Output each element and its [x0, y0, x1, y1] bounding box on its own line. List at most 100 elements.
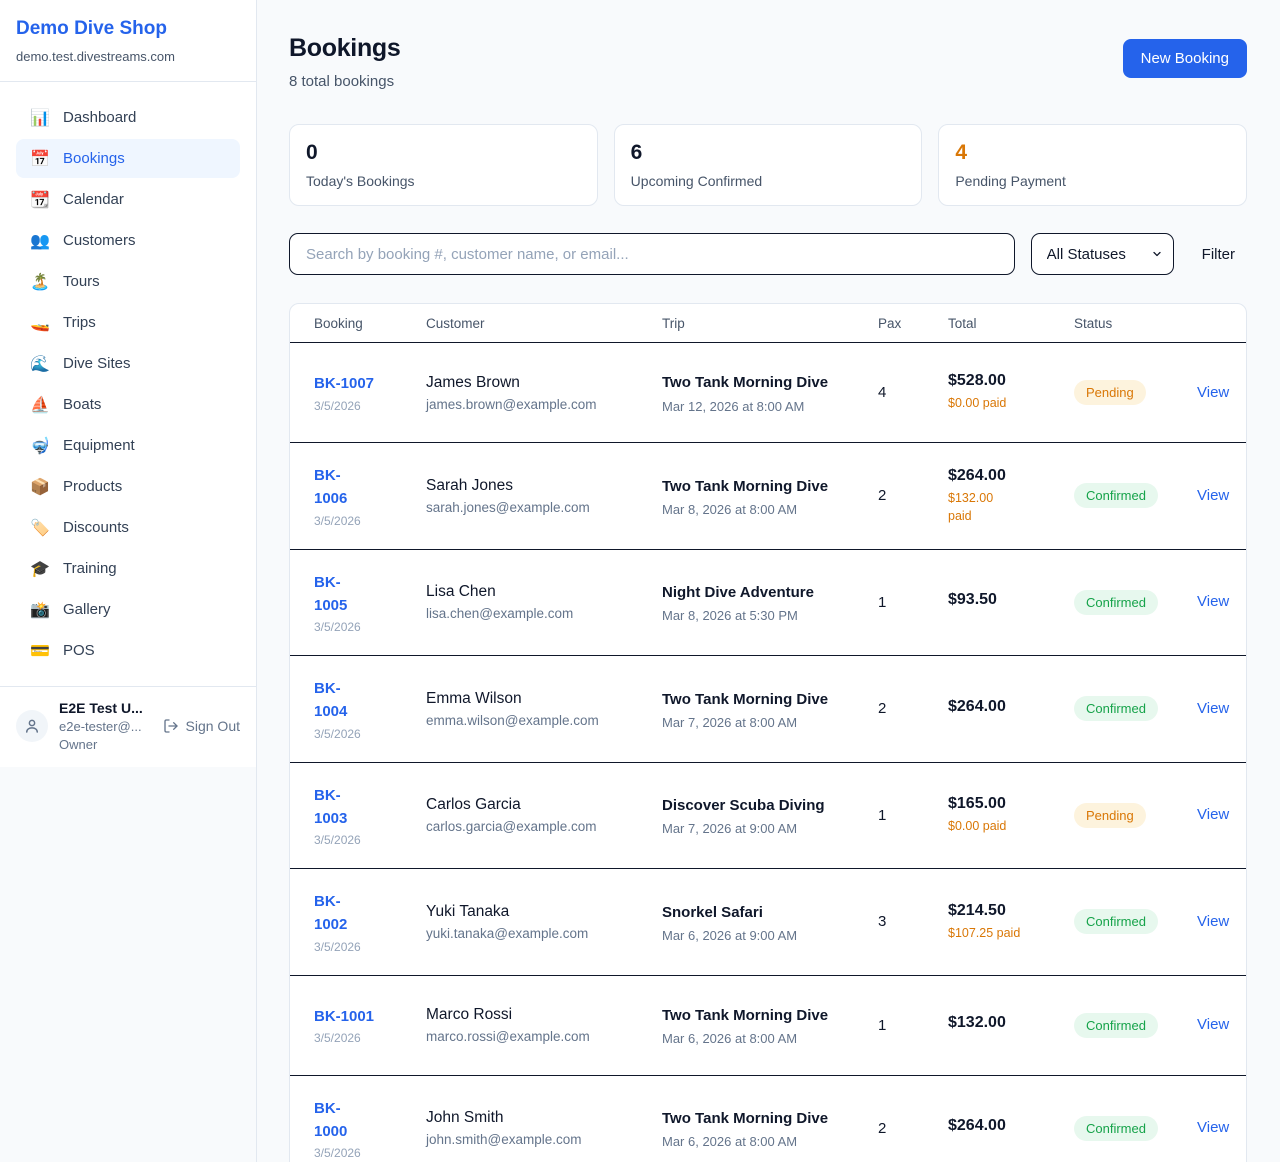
paid-amount: $132.00 paid: [948, 489, 1074, 525]
sidebar-item-pos[interactable]: 💳 POS: [16, 631, 240, 670]
customer-name: Carlos Garcia: [426, 796, 662, 814]
booking-row: BK- 1006 3/5/2026 Sarah Jones sarah.jone…: [290, 443, 1246, 550]
status-badge: Confirmed: [1074, 909, 1158, 934]
pax-count: 2: [878, 1120, 948, 1137]
status-badge: Confirmed: [1074, 483, 1158, 508]
column-header: Customer: [426, 316, 662, 331]
page-subtitle: 8 total bookings: [289, 73, 401, 90]
trip-datetime: Mar 6, 2026 at 8:00 AM: [662, 1134, 878, 1149]
pax-count: 4: [878, 384, 948, 401]
booking-id-link[interactable]: BK- 1005: [314, 571, 347, 618]
sidebar-item-bookings[interactable]: 📅 Bookings: [16, 139, 240, 178]
total-amount: $214.50: [948, 902, 1074, 920]
trip-name: Two Tank Morning Dive: [662, 475, 858, 498]
stat-value: 6: [631, 141, 906, 165]
sign-out-button[interactable]: Sign Out: [163, 718, 240, 734]
dive-sites-icon: 🌊: [30, 354, 50, 373]
view-link[interactable]: View: [1197, 593, 1229, 610]
column-header: Total: [948, 316, 1074, 331]
pos-icon: 💳: [30, 641, 50, 660]
trip-datetime: Mar 8, 2026 at 5:30 PM: [662, 608, 878, 623]
sidebar-item-calendar[interactable]: 📆 Calendar: [16, 180, 240, 219]
trip-name: Two Tank Morning Dive: [662, 1004, 858, 1027]
customers-icon: 👥: [30, 231, 50, 250]
view-link[interactable]: View: [1197, 700, 1229, 717]
nav-item-label: Equipment: [63, 437, 135, 454]
status-filter-select[interactable]: All Statuses: [1031, 233, 1174, 275]
sidebar-item-trips[interactable]: 🚤 Trips: [16, 303, 240, 342]
calendar-icon: 📆: [30, 190, 50, 209]
view-link[interactable]: View: [1197, 913, 1229, 930]
trip-datetime: Mar 7, 2026 at 8:00 AM: [662, 715, 878, 730]
sidebar-item-training[interactable]: 🎓 Training: [16, 549, 240, 588]
brand-block: Demo Dive Shop demo.test.divestreams.com: [0, 0, 256, 82]
sign-out-label: Sign Out: [186, 718, 240, 734]
booking-id-link[interactable]: BK-1001: [314, 1005, 374, 1028]
sidebar-item-dive-sites[interactable]: 🌊 Dive Sites: [16, 344, 240, 383]
stat-label: Pending Payment: [955, 173, 1230, 189]
view-link[interactable]: View: [1197, 487, 1229, 504]
booking-created-date: 3/5/2026: [314, 514, 426, 528]
sidebar-item-customers[interactable]: 👥 Customers: [16, 221, 240, 260]
sidebar-item-dashboard[interactable]: 📊 Dashboard: [16, 98, 240, 137]
column-header: Booking: [314, 316, 426, 331]
booking-created-date: 3/5/2026: [314, 620, 426, 634]
sidebar: Demo Dive Shop demo.test.divestreams.com…: [0, 0, 257, 1162]
stat-label: Upcoming Confirmed: [631, 173, 906, 189]
total-amount: $264.00: [948, 467, 1074, 485]
trip-name: Two Tank Morning Dive: [662, 371, 858, 394]
nav-item-label: Dive Sites: [63, 355, 131, 372]
pax-count: 2: [878, 487, 948, 504]
booking-id-link[interactable]: BK- 1006: [314, 464, 347, 511]
pax-count: 1: [878, 807, 948, 824]
booking-id-link[interactable]: BK- 1002: [314, 890, 347, 937]
sidebar-item-discounts[interactable]: 🏷️ Discounts: [16, 508, 240, 547]
view-link[interactable]: View: [1197, 806, 1229, 823]
total-amount: $165.00: [948, 795, 1074, 813]
filter-button[interactable]: Filter: [1190, 246, 1247, 263]
sidebar-item-boats[interactable]: ⛵ Boats: [16, 385, 240, 424]
paid-amount: $0.00 paid: [948, 817, 1074, 835]
nav-item-label: Discounts: [63, 519, 129, 536]
total-amount: $264.00: [948, 1117, 1074, 1135]
view-link[interactable]: View: [1197, 1119, 1229, 1136]
dashboard-icon: 📊: [30, 108, 50, 127]
trips-icon: 🚤: [30, 313, 50, 332]
sidebar-item-tours[interactable]: 🏝️ Tours: [16, 262, 240, 301]
customer-email: yuki.tanaka@example.com: [426, 926, 662, 941]
nav-item-label: Customers: [63, 232, 136, 249]
customer-name: Lisa Chen: [426, 583, 662, 601]
filter-controls: All Statuses Filter: [289, 233, 1247, 275]
status-badge: Confirmed: [1074, 590, 1158, 615]
bookings-table: Booking Customer Trip Pax Total Status B…: [289, 303, 1247, 1162]
status-badge: Confirmed: [1074, 1013, 1158, 1038]
view-link[interactable]: View: [1197, 384, 1229, 401]
stats-row: 0 Today's Bookings 6 Upcoming Confirmed …: [289, 124, 1247, 206]
booking-id-link[interactable]: BK- 1004: [314, 677, 347, 724]
trip-datetime: Mar 7, 2026 at 9:00 AM: [662, 821, 878, 836]
booking-id-link[interactable]: BK-1007: [314, 372, 374, 395]
new-booking-button[interactable]: New Booking: [1123, 39, 1247, 78]
pax-count: 1: [878, 594, 948, 611]
nav-item-label: Products: [63, 478, 122, 495]
nav-item-label: Dashboard: [63, 109, 136, 126]
booking-created-date: 3/5/2026: [314, 940, 426, 954]
total-amount: $93.50: [948, 591, 1074, 609]
logout-icon: [163, 718, 179, 734]
booking-id-link[interactable]: BK- 1003: [314, 784, 347, 831]
sidebar-item-products[interactable]: 📦 Products: [16, 467, 240, 506]
booking-id-link[interactable]: BK- 1000: [314, 1097, 347, 1144]
booking-created-date: 3/5/2026: [314, 1031, 426, 1045]
booking-created-date: 3/5/2026: [314, 833, 426, 847]
sidebar-item-gallery[interactable]: 📸 Gallery: [16, 590, 240, 629]
equipment-icon: 🤿: [30, 436, 50, 455]
search-input[interactable]: [289, 233, 1015, 275]
table-body: BK-1007 3/5/2026 James Brown james.brown…: [290, 343, 1246, 1162]
customer-email: lisa.chen@example.com: [426, 606, 662, 621]
total-amount: $132.00: [948, 1014, 1074, 1032]
view-link[interactable]: View: [1197, 1016, 1229, 1033]
booking-created-date: 3/5/2026: [314, 1146, 426, 1160]
page-title: Bookings: [289, 34, 401, 63]
sidebar-item-equipment[interactable]: 🤿 Equipment: [16, 426, 240, 465]
customer-name: Marco Rossi: [426, 1006, 662, 1024]
